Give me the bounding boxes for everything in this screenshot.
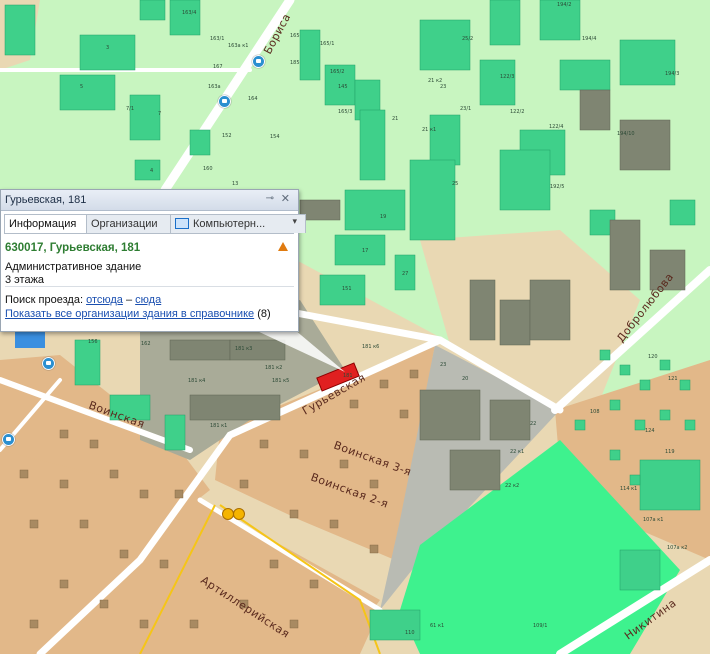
building-label: 154 (270, 134, 280, 140)
building-label: 20 (462, 376, 468, 382)
building-label: 122/4 (549, 124, 563, 130)
building-label: 194/2 (557, 2, 571, 8)
building-label: 22 к2 (505, 483, 519, 489)
tab-information-label: Информация (9, 218, 77, 230)
building-label: 107а к1 (643, 517, 663, 523)
building-label: 181 к5 (272, 378, 289, 384)
building-label: 7 (158, 111, 161, 117)
building-label: 27 (402, 271, 408, 277)
building-label: 164 (248, 96, 258, 102)
bus-stop-icon[interactable] (42, 357, 55, 370)
building-label: 181 к1 (210, 423, 227, 429)
building-label: 152 (222, 133, 232, 139)
building-label: 22 (530, 421, 536, 427)
building-label: 120 (648, 354, 658, 360)
pin-icon[interactable]: ⊸ (266, 193, 274, 204)
building-label: 3 (106, 45, 109, 51)
building-label: 61 к1 (430, 623, 444, 629)
building-label: 7/1 (126, 106, 134, 112)
building-label: 163а (208, 84, 221, 90)
building-label: 21 к1 (422, 127, 436, 133)
building-label: 23 (440, 362, 446, 368)
building-label: 156 (88, 339, 98, 345)
building-label: 124 (645, 428, 655, 434)
tabs-dropdown-icon[interactable]: ▾ (292, 216, 297, 227)
tab-information[interactable]: Информация (4, 214, 88, 234)
building-label: 119 (665, 449, 675, 455)
bus-stop-icon[interactable] (218, 95, 231, 108)
tab-computer-label: Компьютерн... (193, 218, 266, 230)
building-label: 13 (232, 181, 238, 187)
building-label: 165 (290, 33, 300, 39)
building-label: 23 (440, 84, 446, 90)
building-label: 163а к1 (228, 43, 248, 49)
building-label: 181 к2 (265, 365, 282, 371)
building-label: 160 (203, 166, 213, 172)
tab-organizations[interactable]: Организации (86, 214, 172, 233)
building-label: 22 к1 (510, 449, 524, 455)
popup-header[interactable]: Гурьевская, 181 ⊸ ✕ (1, 190, 298, 211)
building-label: 181 к3 (235, 346, 252, 352)
building-type: Административное здание (5, 261, 142, 273)
building-label: 114 к1 (620, 486, 637, 492)
tab-divider (4, 233, 294, 234)
route-to-link[interactable]: сюда (135, 294, 161, 306)
building-label: 110 (405, 630, 415, 636)
building-label: 25/2 (462, 36, 473, 42)
building-label: 121 (668, 376, 678, 382)
building-label: 122/2 (510, 109, 524, 115)
building-label: 181 к4 (188, 378, 205, 384)
tab-computer[interactable]: Компьютерн... (170, 214, 306, 233)
organization-count: (8) (257, 308, 271, 320)
building-label: 122/3 (500, 74, 514, 80)
water (15, 330, 45, 348)
building-label: 107а к2 (667, 545, 687, 551)
building-label: 165/3 (338, 109, 352, 115)
building-label: 19 (380, 214, 386, 220)
tab-organizations-label: Организации (91, 218, 158, 230)
building-label: 108 (590, 409, 600, 415)
show-all-organizations: Показать все организации здания в справо… (5, 308, 271, 320)
building-label: 163/1 (210, 36, 224, 42)
route-dash: – (125, 294, 133, 306)
building-label: 25 (452, 181, 458, 187)
building-label: 167 (213, 64, 223, 70)
building-label: 4 (150, 168, 153, 174)
building-address: 630017, Гурьевская, 181 (5, 242, 141, 254)
building-label: 17 (362, 248, 368, 254)
metro-icon[interactable] (233, 508, 245, 520)
route-label: Поиск проезда: (5, 294, 83, 306)
building-label: 165/1 (320, 41, 334, 47)
popup-tabs: Информация Организации Компьютерн... ▾ (4, 214, 306, 234)
route-from-link[interactable]: отсюда (86, 294, 123, 306)
building-label: 23/1 (460, 106, 471, 112)
popup-separator (5, 286, 294, 287)
building-label: 192/5 (550, 184, 564, 190)
building-label: 145 (338, 84, 348, 90)
bus-stop-icon[interactable] (2, 433, 15, 446)
building-label: 194/10 (617, 131, 635, 137)
building-label: 151 (342, 286, 352, 292)
building-label: 21 (392, 116, 398, 122)
building-label: 162 (141, 341, 151, 347)
building-label: 163/4 (182, 10, 196, 16)
bus-stop-icon[interactable] (252, 55, 265, 68)
building-label: 185 (290, 60, 300, 66)
building-label: 21 к2 (428, 78, 442, 84)
building-label: 181 (343, 373, 353, 379)
building-label: 5 (80, 84, 83, 90)
building-label: 181 к6 (362, 344, 379, 350)
building-floors: 3 этажа (5, 274, 45, 286)
building-label: 165/2 (330, 69, 344, 75)
warning-icon[interactable] (278, 242, 288, 251)
show-all-organizations-link[interactable]: Показать все организации здания в справо… (5, 308, 254, 320)
building-label: 194/3 (665, 71, 679, 77)
route-search: Поиск проезда: отсюда – сюда (5, 294, 161, 306)
popup-title: Гурьевская, 181 (5, 194, 87, 206)
building-label: 109/1 (533, 623, 547, 629)
building-label: 194/4 (582, 36, 596, 42)
computer-icon (175, 218, 189, 229)
building-info-popup[interactable]: Гурьевская, 181 ⊸ ✕ Информация Организац… (0, 189, 306, 332)
close-icon[interactable]: ✕ (281, 192, 290, 205)
